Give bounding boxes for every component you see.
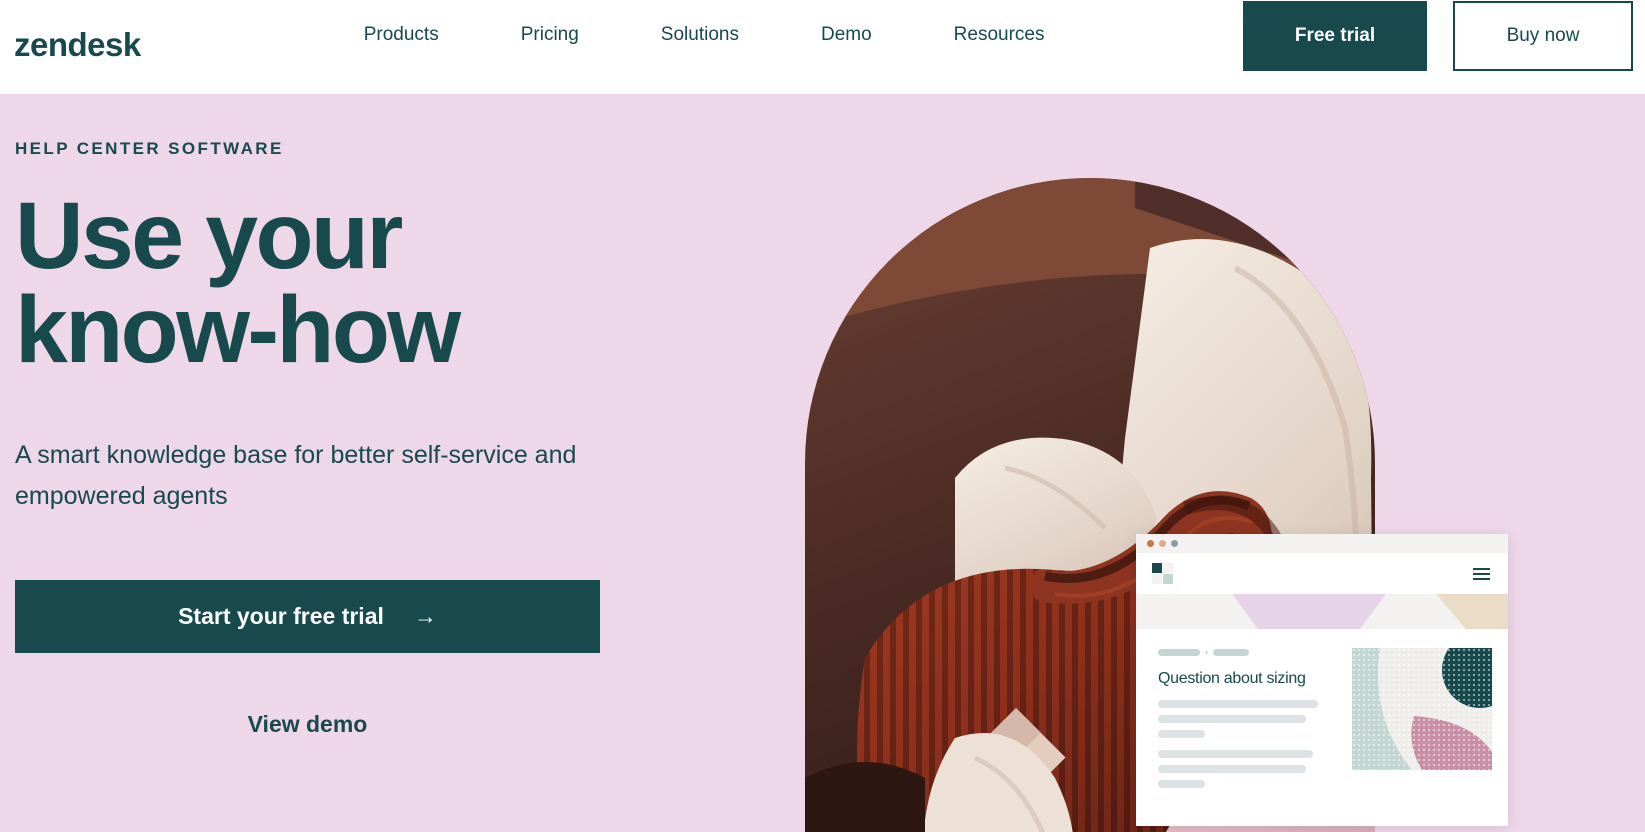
hero-section: HELP CENTER SOFTWARE Use your know-how A…	[0, 94, 1645, 832]
hamburger-menu-icon[interactable]	[1473, 567, 1490, 580]
skeleton-line	[1158, 715, 1306, 723]
window-maximize-dot-icon	[1171, 540, 1178, 547]
nav-item-demo[interactable]: Demo	[780, 24, 913, 46]
start-free-trial-label: Start your free trial	[178, 603, 384, 630]
skeleton-line	[1158, 750, 1313, 758]
hero-copy: HELP CENTER SOFTWARE Use your know-how A…	[15, 94, 775, 738]
zendesk-logo[interactable]: zendesk	[14, 28, 141, 61]
skeleton-line	[1158, 765, 1306, 773]
page-title-line-1: Use your	[15, 183, 403, 289]
mock-site-topbar	[1136, 553, 1508, 594]
help-center-browser-mockup: › Question about sizing	[1136, 534, 1508, 826]
page-title-line-2: know-how	[15, 277, 461, 384]
nav-item-resources[interactable]: Resources	[913, 24, 1086, 46]
hero-eyebrow: HELP CENTER SOFTWARE	[15, 139, 284, 158]
skeleton-line	[1158, 730, 1205, 738]
site-header: zendesk Products Pricing Solutions Demo …	[0, 0, 1645, 94]
arrow-right-icon: →	[413, 603, 437, 630]
breadcrumb-item[interactable]	[1213, 649, 1249, 656]
article-text-skeleton-group	[1158, 750, 1350, 788]
buy-now-button[interactable]: Buy now	[1453, 1, 1633, 71]
breadcrumb-separator-icon: ›	[1205, 647, 1208, 657]
free-trial-button[interactable]: Free trial	[1243, 1, 1427, 71]
nav-item-pricing[interactable]: Pricing	[480, 24, 620, 46]
banner-shapes-graphic	[1136, 594, 1508, 629]
header-cta-group: Free trial Buy now	[1243, 1, 1645, 71]
start-free-trial-button[interactable]: Start your free trial →	[15, 580, 600, 654]
skeleton-line	[1158, 700, 1318, 708]
skeleton-line	[1158, 780, 1205, 788]
nav-item-products[interactable]: Products	[323, 24, 480, 46]
main-navigation: Products Pricing Solutions Demo Resource…	[323, 24, 1086, 46]
article-column: › Question about sizing	[1158, 648, 1350, 826]
window-minimize-dot-icon	[1159, 540, 1166, 547]
mock-brand-logo-icon	[1152, 563, 1173, 584]
mock-article-body: › Question about sizing	[1136, 629, 1508, 826]
abstract-shapes-graphic	[1352, 648, 1492, 770]
browser-chrome-bar	[1136, 534, 1508, 553]
window-close-dot-icon	[1147, 540, 1154, 547]
view-demo-link[interactable]: View demo	[15, 711, 600, 738]
article-illustration	[1352, 648, 1492, 770]
nav-item-solutions[interactable]: Solutions	[620, 24, 780, 46]
breadcrumb: ›	[1158, 648, 1350, 657]
article-text-skeleton-group	[1158, 700, 1350, 738]
article-title: Question about sizing	[1158, 670, 1306, 687]
page-title: Use your know-how	[15, 189, 775, 378]
breadcrumb-item[interactable]	[1158, 649, 1200, 656]
hero-subtitle: A smart knowledge base for better self-s…	[15, 441, 577, 510]
mock-site-banner	[1136, 594, 1508, 629]
